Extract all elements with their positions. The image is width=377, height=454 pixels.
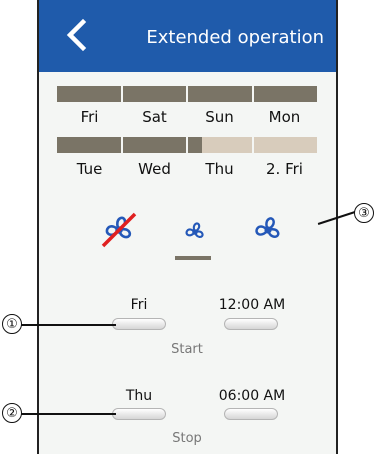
callout-2: ② <box>2 403 22 423</box>
stop-day-button[interactable] <box>112 408 166 420</box>
stop-time-button[interactable] <box>224 408 278 420</box>
schedule-segment <box>122 86 186 102</box>
callout-1: ① <box>2 314 22 334</box>
start-day-button[interactable] <box>112 318 166 330</box>
schedule-bar-week2 <box>57 137 317 153</box>
start-time-button[interactable] <box>224 318 278 330</box>
day-label: Wed <box>138 160 171 178</box>
day-labels-week1: Fri Sat Sun Mon <box>57 108 317 126</box>
day-label: Mon <box>268 108 301 126</box>
day-label: Tue <box>76 160 103 178</box>
stop-day-value: Thu <box>125 388 153 404</box>
fan-high-icon[interactable] <box>249 211 287 249</box>
day-label: 2. Fri <box>266 160 303 178</box>
callout-3: ③ <box>354 203 374 223</box>
fan-low-icon[interactable] <box>181 218 209 246</box>
day-label: Fri <box>80 108 99 126</box>
start-day-value: Fri <box>130 297 148 313</box>
fan-off-icon[interactable] <box>99 210 139 250</box>
schedule-segment <box>57 86 121 102</box>
schedule-segment <box>253 137 317 153</box>
schedule-segment <box>188 86 252 102</box>
schedule-segment <box>253 86 317 102</box>
callout-leader-2 <box>20 413 116 415</box>
day-labels-week2: Tue Wed Thu 2. Fri <box>57 160 317 178</box>
stop-time-value: 06:00 AM <box>218 388 286 404</box>
day-label: Thu <box>205 160 234 178</box>
callout-leader-1 <box>20 324 116 326</box>
day-label: Sat <box>142 108 167 126</box>
start-caption: Start <box>171 342 203 357</box>
schedule-bar-week1 <box>57 86 317 102</box>
stop-caption: Stop <box>172 431 202 446</box>
start-time-value: 12:00 AM <box>218 297 286 313</box>
header-bar: Extended operation <box>39 0 336 72</box>
schedule-segment <box>122 137 186 153</box>
back-chevron-icon[interactable] <box>63 18 89 52</box>
phone-screen: Extended operation Fri Sat Sun Mon Tue W… <box>37 0 338 454</box>
fan-selected-indicator <box>175 256 211 260</box>
page-title: Extended operation <box>146 27 324 48</box>
schedule-segment-partial <box>188 137 252 153</box>
day-label: Sun <box>205 108 234 126</box>
schedule-segment <box>57 137 121 153</box>
